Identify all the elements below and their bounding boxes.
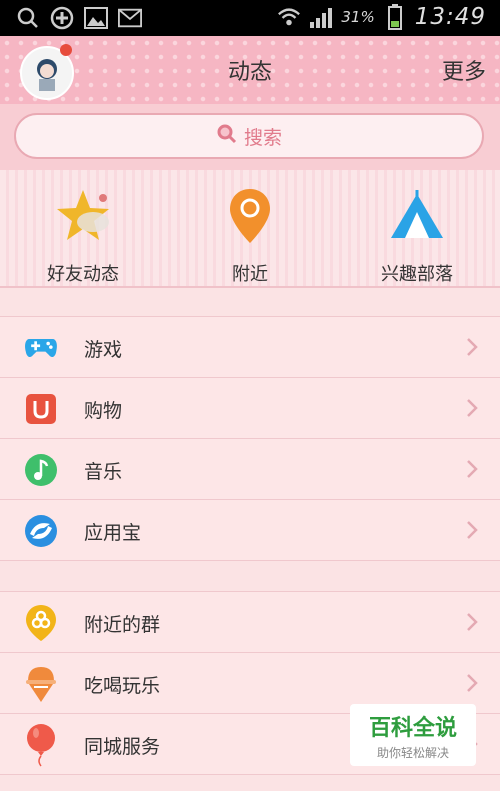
chevron-right-icon [466,612,478,636]
list-item-games[interactable]: 游戏 [0,317,500,378]
quick-action-label: 兴趣部落 [381,264,453,285]
quick-action-friend-feed[interactable]: 好友动态 [8,182,158,285]
watermark-subtitle: 助你轻松解决 [376,746,449,760]
search-icon [216,123,238,150]
list-item-nearby-groups[interactable]: 附近的群 [0,592,500,653]
image-icon [84,6,108,30]
chevron-right-icon [466,398,478,422]
wifi-icon [277,5,301,29]
quick-action-label: 附近 [232,264,268,285]
search-icon [16,6,40,30]
clock: 13:49 [414,4,486,30]
list-item-label: 同城服务 [84,736,161,758]
list-group-apps: 游戏 购物 音乐 应用宝 [0,316,500,561]
search-area: 搜索 [0,104,500,170]
search-input[interactable]: 搜索 [14,113,484,159]
balloon-icon [24,724,58,767]
battery-icon [383,4,407,30]
list-item-label: 游戏 [84,339,123,361]
list-item-shopping[interactable]: 购物 [0,378,500,439]
quick-action-interest-tribe[interactable]: 兴趣部落 [342,182,492,285]
gamepad-icon [24,331,58,365]
list-item-app-store[interactable]: 应用宝 [0,500,500,561]
battery-percent: 31% [341,8,375,26]
quick-actions: 好友动态 附近 兴趣部落 [0,170,500,288]
status-bar: 31% 13:49 [0,0,500,36]
quick-action-nearby[interactable]: 附近 [175,182,325,285]
shopping-bag-icon [24,392,58,426]
music-note-icon [24,453,58,487]
watermark: 百科全说 助你轻松解决 [350,704,476,766]
list-item-music[interactable]: 音乐 [0,439,500,500]
header-bar: 动态 更多 [0,36,500,104]
more-button[interactable]: 更多 [442,54,486,86]
chevron-right-icon [466,337,478,361]
ice-cream-icon [24,667,58,702]
chevron-right-icon [466,459,478,483]
watermark-title: 百科全说 [368,716,457,741]
location-pin-icon [220,186,280,246]
page-title: 动态 [227,60,272,85]
chevron-right-icon [466,673,478,697]
search-placeholder: 搜索 [243,126,282,149]
add-circle-icon [50,6,74,30]
list-item-label: 附近的群 [84,614,161,636]
list-item-label: 应用宝 [84,522,142,544]
tent-icon [387,186,447,246]
signal-icon [309,5,333,29]
list-item-label: 吃喝玩乐 [84,675,161,697]
nearby-group-icon [24,605,58,641]
list-item-label: 购物 [84,400,123,422]
star-icon [53,186,113,246]
mail-icon [118,6,142,30]
app-store-icon [24,514,58,548]
chevron-right-icon [466,520,478,544]
quick-action-label: 好友动态 [47,264,119,285]
list-item-label: 音乐 [84,461,123,483]
